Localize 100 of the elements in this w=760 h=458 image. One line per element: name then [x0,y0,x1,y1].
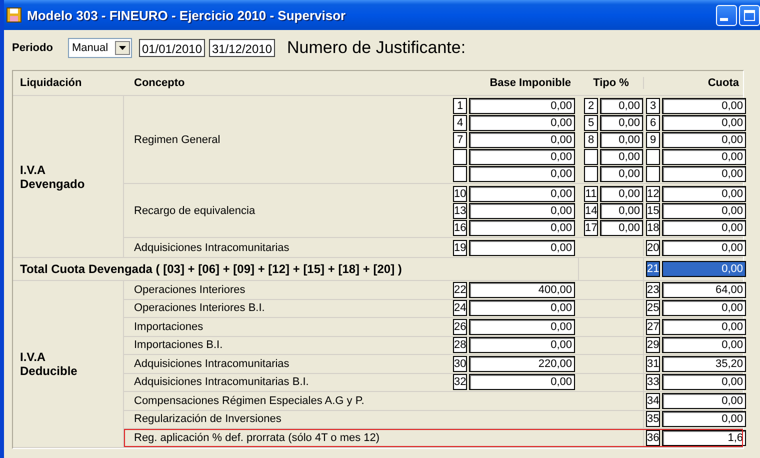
box-number [584,148,598,164]
amount-field[interactable]: 0,00 [662,220,746,236]
concept-label: Adquisiciones Intracomunitarias [134,358,290,370]
amount-field[interactable]: 0,00 [662,166,746,182]
amount-field[interactable]: 0,00 [662,411,746,428]
box-number: 33 [646,374,660,390]
period-dropdown[interactable]: Manual [68,38,132,58]
box-number: 5 [584,114,598,130]
amount-field[interactable]: 64,00 [662,282,746,298]
concept-label: Adquisiciones Intracomunitarias B.I. [134,376,309,388]
amount-field[interactable]: 0,00 [662,374,746,390]
box-number: 2 [584,98,598,114]
box-number: 27 [646,318,660,335]
concept-label: Importaciones B.I. [134,339,223,352]
box-number [646,166,660,182]
box-number: 29 [646,337,660,354]
amount-field[interactable]: 0,00 [600,220,643,236]
amount-field[interactable]: 0,00 [662,114,746,130]
amount-field[interactable]: 0,00 [600,186,643,202]
column-header: Tipo % [593,77,629,89]
amount-field[interactable]: 0,00 [662,261,746,277]
box-number: 21 [646,261,660,277]
periodo-label: Periodo [12,42,54,54]
minimize-icon [720,18,728,20]
concept-label: Reg. aplicación % def. prorrata (sólo 4T o mes 12) [134,432,380,444]
box-number: 24 [453,300,467,316]
amount-field[interactable]: 0,00 [469,220,575,236]
amount-field[interactable]: 400,00 [469,282,575,298]
box-number: 15 [646,202,660,218]
box-number: 6 [646,114,660,130]
amount-field[interactable]: 0,00 [662,240,746,256]
amount-field[interactable]: 0,00 [662,300,746,316]
amount-field[interactable]: 0,00 [469,318,575,335]
concept-label: Importaciones [134,320,204,333]
amount-field[interactable]: 0,00 [600,114,643,130]
date-field[interactable]: 01/01/2010 [139,39,205,57]
date-field[interactable]: 31/12/2010 [209,39,275,57]
column-header: Base Imponible [490,77,571,89]
amount-field[interactable]: 0,00 [469,148,575,164]
box-number: 28 [453,337,467,354]
box-number: 9 [646,132,660,148]
box-number [584,166,598,182]
amount-field[interactable]: 0,00 [662,318,746,335]
box-number: 1 [453,98,467,114]
box-number: 34 [646,392,660,409]
amount-field[interactable]: 0,00 [469,240,575,256]
minimize-button[interactable] [716,4,737,26]
maximize-icon [744,10,755,20]
amount-field[interactable]: 0,00 [469,186,575,202]
amount-field[interactable]: 220,00 [469,356,575,372]
amount-field[interactable]: 0,00 [600,202,643,218]
box-number [453,166,467,182]
concept-label: Operaciones Interiores B.I. [134,302,265,314]
amount-field[interactable]: 0,00 [662,98,746,114]
amount-field[interactable]: 0,00 [600,166,643,182]
total-label: Total Cuota Devengada ( [03] + [06] + [09] + [12] + [15] + [18] + [20] ) [20,262,402,276]
section-title: I.V.A Devengado [20,162,86,190]
amount-field[interactable]: 0,00 [600,132,643,148]
justificante-label: Numero de Justificante: [287,38,466,58]
box-number: 8 [584,132,598,148]
amount-field[interactable]: 0,00 [469,132,575,148]
amount-field[interactable]: 0,00 [469,337,575,354]
amount-field[interactable]: 1,6 [662,430,746,446]
section-title: I.V.A Deducible [20,350,78,378]
amount-field[interactable]: 0,00 [469,166,575,182]
box-number [453,148,467,164]
amount-field[interactable]: 0,00 [600,98,643,114]
box-number: 19 [453,240,467,256]
amount-field[interactable]: 0,00 [469,300,575,316]
column-header: Liquidación [20,77,82,89]
amount-field[interactable]: 0,00 [469,374,575,390]
amount-field[interactable]: 0,00 [662,186,746,202]
amount-field[interactable]: 0,00 [469,202,575,218]
concept-label: Regularización de Inversiones [134,413,282,426]
amount-field[interactable]: 0,00 [662,337,746,354]
box-number: 12 [646,186,660,202]
box-number: 36 [646,430,660,446]
amount-field[interactable]: 0,00 [662,392,746,409]
box-number: 17 [584,220,598,236]
amount-field[interactable]: 0,00 [662,202,746,218]
amount-field[interactable]: 35,20 [662,356,746,372]
box-number: 3 [646,98,660,114]
box-number: 31 [646,356,660,372]
amount-field[interactable]: 0,00 [662,148,746,164]
box-number: 4 [453,114,467,130]
amount-field[interactable]: 0,00 [469,98,575,114]
box-number: 13 [453,202,467,218]
concept-label: Compensaciones Régimen Especiales A.G y P. [134,394,364,407]
box-number: 7 [453,132,467,148]
box-number: 23 [646,282,660,298]
amount-field[interactable]: 0,00 [600,148,643,164]
box-number: 10 [453,186,467,202]
box-number: 32 [453,374,467,390]
maximize-button[interactable] [739,4,760,26]
column-header: Cuota [708,77,739,89]
caret-icon [119,46,126,50]
amount-field[interactable]: 0,00 [662,132,746,148]
box-number: 16 [453,220,467,236]
amount-field[interactable]: 0,00 [469,114,575,130]
column-header: Concepto [134,77,185,89]
